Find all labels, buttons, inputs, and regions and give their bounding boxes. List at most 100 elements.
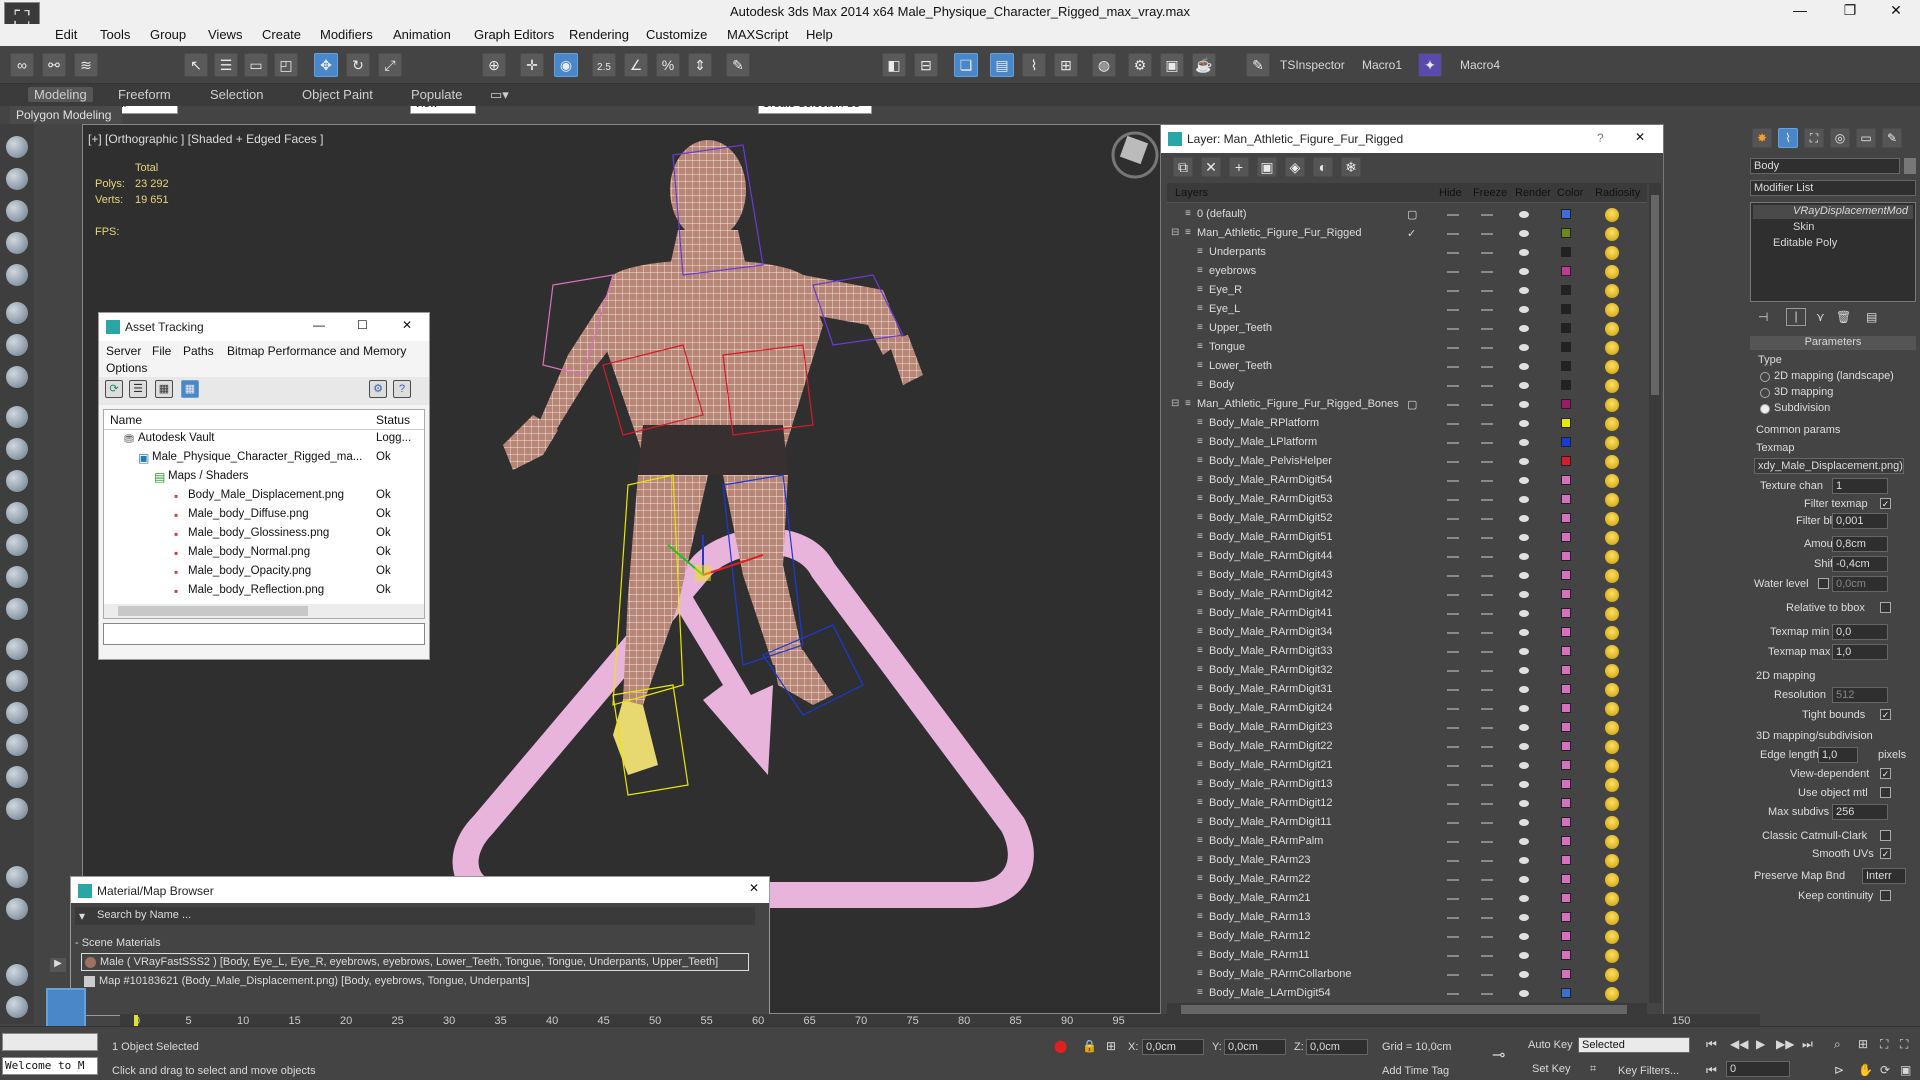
layer-row[interactable]: ≡ Body_Male_RArmDigit53 render light xyxy=(1167,490,1637,509)
render-teapot-icon[interactable]: render xyxy=(1519,477,1529,484)
freeze-toggle[interactable] xyxy=(1481,974,1493,976)
layer-row[interactable]: ⊟ ≡ Man_Athletic_Figure_Fur_Rigged ✓ render l… xyxy=(1167,224,1637,243)
tab-populate[interactable]: Populate xyxy=(411,87,462,102)
zoom-icon[interactable]: ⌕ xyxy=(1834,1037,1841,1052)
render-teapot-icon[interactable]: render xyxy=(1519,952,1529,959)
freeze-toggle[interactable] xyxy=(1481,328,1493,330)
render-teapot-icon[interactable]: render xyxy=(1519,325,1529,332)
refresh-icon[interactable]: ⟳ xyxy=(105,380,123,398)
layer-row[interactable]: ≡ Body_Male_RArmDigit13 render light xyxy=(1167,775,1637,794)
search-menu-icon[interactable]: ▾ xyxy=(79,909,85,923)
x-coordinate-field[interactable]: 0,0cm xyxy=(1142,1039,1204,1055)
edit-named-selection-icon[interactable]: ✎ xyxy=(726,53,750,77)
freeze-toggle[interactable] xyxy=(1481,803,1493,805)
use-object-mtl-checkbox[interactable] xyxy=(1880,787,1891,798)
radiosity-bulb-icon[interactable]: light xyxy=(1605,303,1619,317)
hide-toggle[interactable] xyxy=(1447,632,1459,634)
hide-toggle[interactable] xyxy=(1447,974,1459,976)
layer-color-swatch[interactable] xyxy=(1561,247,1571,257)
expand-icon[interactable]: ⊟ xyxy=(1171,398,1179,409)
hide-toggle[interactable] xyxy=(1447,613,1459,615)
freeze-all-icon[interactable]: ❄ xyxy=(1341,157,1361,177)
layer-row[interactable]: ≡ Body_Male_RArm13 render light xyxy=(1167,908,1637,927)
col-name[interactable]: Name xyxy=(110,413,142,427)
hide-toggle[interactable] xyxy=(1447,993,1459,995)
expand-icon[interactable]: ⊟ xyxy=(1171,227,1179,238)
at-menu-bitmap[interactable]: Bitmap Performance and Memory xyxy=(227,344,406,358)
render-teapot-icon[interactable]: render xyxy=(1519,762,1529,769)
radiosity-bulb-icon[interactable]: light xyxy=(1605,626,1619,640)
render-teapot-icon[interactable]: render xyxy=(1519,667,1529,674)
render-teapot-icon[interactable]: render xyxy=(1519,572,1529,579)
select-by-name-icon[interactable]: ☰ xyxy=(214,53,238,77)
radiosity-bulb-icon[interactable]: light xyxy=(1605,759,1619,773)
col-hide[interactable]: Hide xyxy=(1439,187,1462,199)
layer-row[interactable]: ≡ Eye_L render light xyxy=(1167,300,1637,319)
water-level-spinner[interactable]: 0,0cm xyxy=(1832,576,1888,592)
select-scale-icon[interactable]: ⤢ xyxy=(378,53,402,77)
layer-row[interactable]: ≡ Body_Male_RArmDigit52 render light xyxy=(1167,509,1637,528)
minimize-icon[interactable]: — xyxy=(313,318,325,332)
stack-item-vraydisplacement[interactable]: VRayDisplacementMod xyxy=(1753,205,1913,219)
render-teapot-icon[interactable]: render xyxy=(1519,420,1529,427)
freeze-toggle[interactable] xyxy=(1481,309,1493,311)
hide-toggle[interactable] xyxy=(1447,594,1459,596)
radiosity-bulb-icon[interactable]: light xyxy=(1605,797,1619,811)
freeze-toggle[interactable] xyxy=(1481,879,1493,881)
set-current-layer-icon[interactable]: ▢ xyxy=(1407,208,1417,221)
tab-selection[interactable]: Selection xyxy=(210,87,263,102)
hierarchy-tab-icon[interactable]: ⛶ xyxy=(1804,128,1824,148)
render-teapot-icon[interactable]: render xyxy=(1519,496,1529,503)
radiosity-bulb-icon[interactable]: light xyxy=(1605,645,1619,659)
delete-layer-icon[interactable]: ✕ xyxy=(1201,157,1221,177)
layer-color-swatch[interactable] xyxy=(1561,532,1571,542)
tool-icon-23[interactable]: o xyxy=(6,898,28,920)
freeze-toggle[interactable] xyxy=(1481,556,1493,558)
radiosity-bulb-icon[interactable]: light xyxy=(1605,721,1619,735)
tab-modeling[interactable]: Modeling xyxy=(28,87,93,102)
freeze-toggle[interactable] xyxy=(1481,746,1493,748)
layer-row[interactable]: ≡ Body_Male_RArmDigit21 render light xyxy=(1167,756,1637,775)
material-browser-titlebar[interactable]: Material/Map Browser ✕ xyxy=(71,877,769,903)
texture-chan-spinner[interactable]: 1 xyxy=(1832,478,1888,494)
next-frame-icon[interactable]: ▶▶ xyxy=(1776,1037,1794,1051)
viewcube[interactable] xyxy=(1105,125,1165,185)
layer-color-swatch[interactable] xyxy=(1561,893,1571,903)
tool-icon-15[interactable]: o xyxy=(6,598,28,620)
layer-row[interactable]: ≡ Body_Male_RArmDigit11 render light xyxy=(1167,813,1637,832)
layer-color-swatch[interactable] xyxy=(1561,418,1571,428)
radiosity-bulb-icon[interactable]: light xyxy=(1605,683,1619,697)
layer-color-swatch[interactable] xyxy=(1561,703,1571,713)
layer-row[interactable]: ≡ Tongue render light xyxy=(1167,338,1637,357)
hide-toggle[interactable] xyxy=(1447,480,1459,482)
asset-row[interactable]: ▪ Male_body_Opacity.png Ok xyxy=(104,563,424,582)
window-crossing-icon[interactable]: ◰ xyxy=(274,53,298,77)
render-teapot-icon[interactable]: render xyxy=(1519,819,1529,826)
layer-color-swatch[interactable] xyxy=(1561,969,1571,979)
timeline-thumbnail[interactable] xyxy=(46,988,86,1028)
layer-row[interactable]: ≡ Body_Male_RArmCollarbone render light xyxy=(1167,965,1637,984)
add-to-layer-icon[interactable]: + xyxy=(1229,157,1249,177)
render-teapot-icon[interactable]: render xyxy=(1519,895,1529,902)
radiosity-bulb-icon[interactable]: light xyxy=(1605,531,1619,545)
material-item-male[interactable]: Male ( VRayFastSSS2 ) [Body, Eye_L, Eye_… xyxy=(81,953,749,971)
layer-row[interactable]: ≡ Body_Male_RArmDigit22 render light xyxy=(1167,737,1637,756)
render-teapot-icon[interactable]: render xyxy=(1519,230,1529,237)
radiosity-bulb-icon[interactable]: light xyxy=(1605,949,1619,963)
render-teapot-icon[interactable]: render xyxy=(1519,914,1529,921)
angle-snap-icon[interactable]: ∠ xyxy=(624,53,648,77)
freeze-toggle[interactable] xyxy=(1481,632,1493,634)
asset-row[interactable]: ▣ Male_Physique_Character_Rigged_ma... Ok xyxy=(104,449,424,468)
layer-color-swatch[interactable] xyxy=(1561,589,1571,599)
tool-icon-13[interactable]: o xyxy=(6,534,28,556)
layer-color-swatch[interactable] xyxy=(1561,855,1571,865)
asset-path-field[interactable] xyxy=(103,623,425,645)
view-dependent-checkbox[interactable]: ✓ xyxy=(1880,768,1891,779)
hide-toggle[interactable] xyxy=(1447,423,1459,425)
viewport-label[interactable]: [+] [Orthographic ] [Shaded + Edged Face… xyxy=(88,132,323,146)
keep-continuity-checkbox[interactable] xyxy=(1880,890,1891,901)
layer-color-swatch[interactable] xyxy=(1561,475,1571,485)
radiosity-bulb-icon[interactable]: light xyxy=(1605,854,1619,868)
layer-row[interactable]: ⊟ ≡ Man_Athletic_Figure_Fur_Rigged_Bones ▢ r… xyxy=(1167,395,1637,414)
tool-icon-22[interactable]: o xyxy=(6,866,28,888)
